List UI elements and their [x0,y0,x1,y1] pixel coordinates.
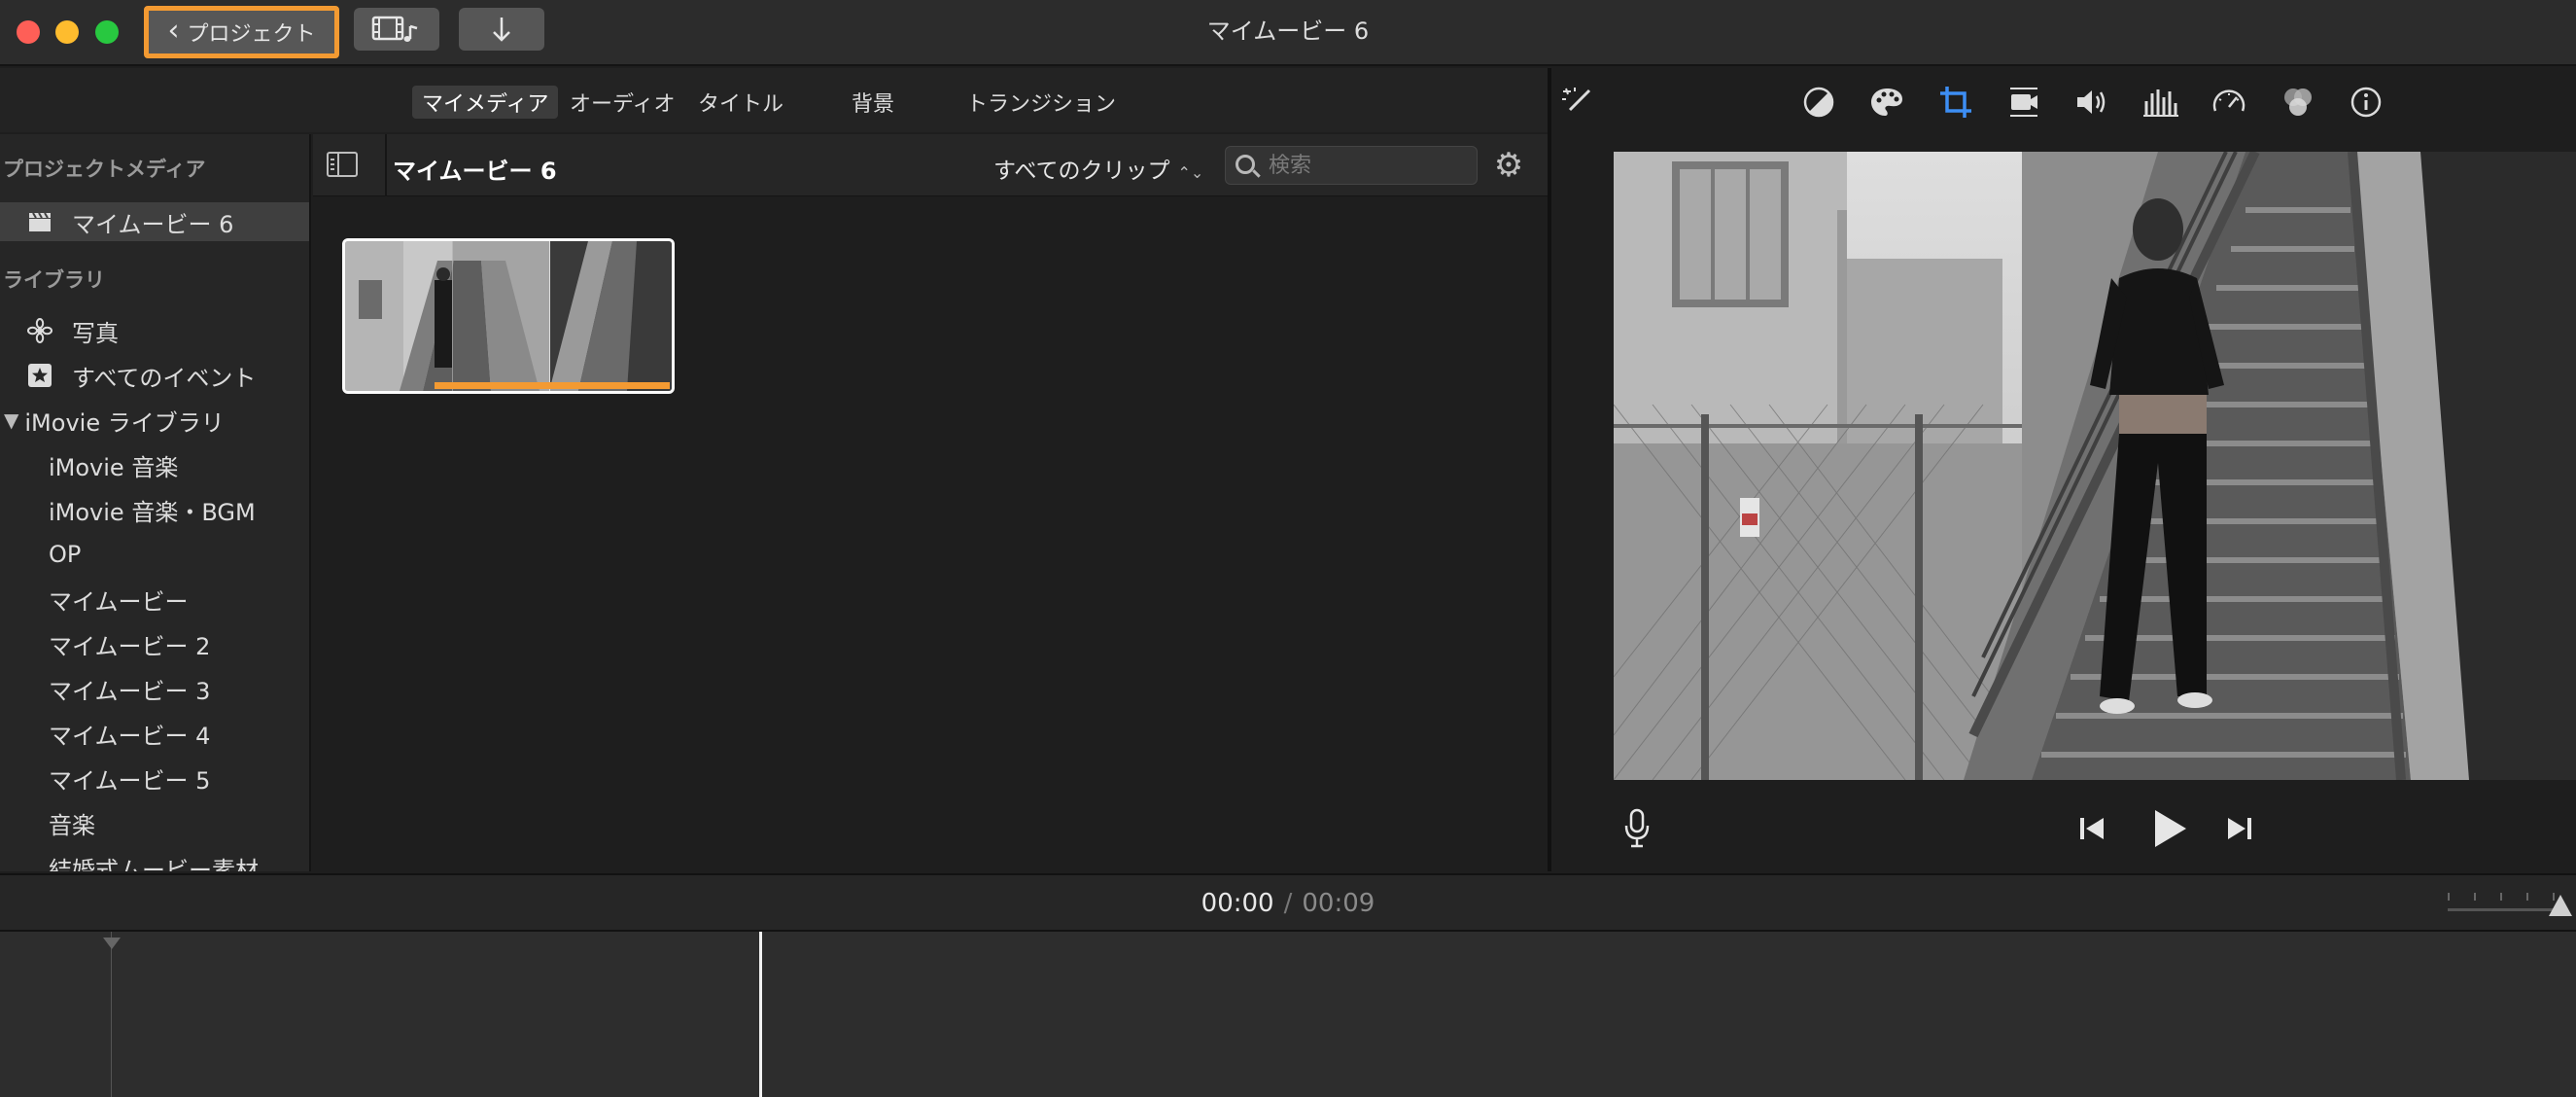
sidebar-event-item[interactable]: マイムービー 5 [0,759,309,797]
tab-backgrounds[interactable]: 背景 [842,86,904,119]
sidebar-item-label: iMovie ライブラリ [24,408,225,437]
video-preview[interactable] [1614,152,2576,780]
sidebar-item-all-events[interactable]: すべてのイベント [0,356,309,395]
toggle-sidebar-icon[interactable] [327,152,358,177]
tab-my-media[interactable]: マイメディア [412,86,559,119]
timecode-display: 00:00 / 00:09 [0,889,2576,918]
clip-filter-label: すべてのクリップ [993,159,1170,184]
sidebar-event-item[interactable]: 結婚式ムービー素材 [0,848,309,872]
speed-icon[interactable] [2210,84,2247,121]
photos-flower-icon [27,318,52,343]
search-icon [1236,155,1255,174]
sidebar-event-item[interactable]: iMovie 音楽・BGM [0,490,309,529]
playhead[interactable] [759,932,762,1097]
equalizer-icon[interactable] [2142,84,2179,121]
sidebar-item-label: すべてのイベント [72,364,257,392]
star-box-icon [27,363,52,388]
sidebar-item-project[interactable]: マイムービー 6 [0,202,309,241]
color-balance-icon[interactable] [1800,84,1837,121]
zoom-slider[interactable] [2448,908,2555,911]
timeline-header: 00:00 / 00:09 [0,873,2576,932]
window-title: マイムービー 6 [1206,18,1370,45]
video-clip-thumbnail[interactable] [342,238,675,394]
sidebar-event-item[interactable]: マイムービー 2 [0,624,309,663]
adjustments-toolbar [1551,68,2576,134]
clip-filter-dropdown[interactable]: すべてのクリップ ⌃⌄ [993,152,1203,185]
current-time: 00:00 [1201,889,1274,918]
tab-audio[interactable]: オーディオ [560,86,684,119]
browser-header: マイムービー 6 すべてのクリップ ⌃⌄ ⚙ [313,134,1548,196]
browser-title: マイムービー 6 [393,158,557,185]
clip-filmstrip [345,241,672,391]
sidebar-event-item[interactable]: マイムービー 4 [0,714,309,753]
libraries-sidebar: プロジェクトメディア マイムービー 6 ライブラリ 写真 すべてのイベント ▼ … [0,134,311,871]
sidebar-item-photos[interactable]: 写真 [0,311,309,350]
title-bar: ‹ プロジェクト マイムービー 6 [0,0,2576,66]
media-browser [313,197,1548,871]
play-icon[interactable] [2148,807,2191,850]
microphone-icon[interactable] [1619,807,1654,850]
viewer-pane [1551,68,2576,871]
timeline-start-marker [111,932,112,1097]
stabilization-icon[interactable] [2005,84,2042,121]
info-icon[interactable] [2348,84,2385,121]
sidebar-event-item[interactable]: マイムービー [0,580,309,619]
tab-titles[interactable]: タイトル [688,86,793,119]
total-duration: 00:09 [1302,889,1375,918]
skip-forward-icon[interactable] [2224,813,2255,844]
sidebar-item-imovie-library[interactable]: ▼ iMovie ライブラリ [0,401,309,440]
clapperboard-icon [27,209,52,234]
sidebar-item-label: 写真 [72,319,119,347]
browser-tabs: マイメディア オーディオ タイトル 背景 トランジション [0,68,1548,132]
magic-wand-icon[interactable] [1559,84,1596,121]
crop-icon[interactable] [1937,84,1974,121]
sidebar-item-label: マイムービー 6 [72,210,234,238]
libraries-header: ライブラリ [3,268,105,292]
tab-transitions[interactable]: トランジション [957,86,1126,119]
zoom-slider-ticks [2448,893,2555,902]
sidebar-event-item[interactable]: マイムービー 3 [0,669,309,708]
project-media-header: プロジェクトメディア [3,158,206,181]
disclosure-triangle-icon[interactable]: ▼ [4,408,18,432]
timecode-separator: / [1283,889,1293,918]
clip-used-range-bar [435,382,670,389]
zoom-slider-knob[interactable] [2549,895,2572,916]
sidebar-event-item[interactable]: OP [0,535,309,574]
sidebar-event-item[interactable]: 音楽 [0,803,309,842]
volume-icon[interactable] [2073,84,2110,121]
skip-back-icon[interactable] [2076,813,2107,844]
playback-controls [1551,790,2576,871]
sidebar-event-item[interactable]: iMovie 音楽 [0,445,309,484]
divider [385,134,387,196]
timeline-start-triangle-icon [103,938,121,949]
timeline-area[interactable] [0,932,2576,1097]
search-field[interactable] [1225,146,1478,185]
search-input[interactable] [1269,152,1463,179]
video-frame [1614,152,2576,780]
up-down-chevron-icon: ⌃⌄ [1177,163,1204,182]
gear-icon[interactable]: ⚙ [1491,148,1526,183]
color-palette-icon[interactable] [1868,84,1905,121]
filter-icon[interactable] [2280,84,2316,121]
